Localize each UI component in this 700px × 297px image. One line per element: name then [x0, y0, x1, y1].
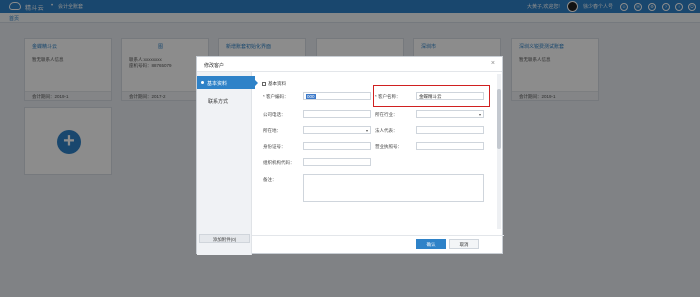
region-select[interactable]: ▾: [303, 126, 371, 134]
dialog-scrollbar[interactable]: [497, 74, 501, 229]
close-icon[interactable]: ×: [491, 60, 495, 67]
chevron-down-icon: ▾: [365, 128, 368, 133]
section-label: 基本资料: [268, 81, 286, 86]
id-number-label: 身份证号：: [263, 144, 286, 149]
tab-contact[interactable]: 联系方式: [208, 98, 228, 105]
tab-label: 基本资料: [207, 81, 228, 87]
highlight-box: [373, 85, 490, 107]
dialog-title: 修改客户: [204, 63, 225, 69]
active-dot-icon: [201, 81, 204, 84]
customer-code-input[interactable]: 000: [303, 92, 371, 100]
cancel-button[interactable]: 取消: [449, 239, 479, 249]
org-code-input[interactable]: [303, 158, 371, 166]
region-label: 所在地：: [263, 128, 281, 133]
remark-label: 备注：: [263, 177, 277, 182]
remark-textarea[interactable]: [303, 174, 484, 202]
customer-code-value: 000: [306, 94, 316, 99]
industry-label: 所在行业：: [375, 112, 398, 117]
id-number-input[interactable]: [303, 142, 371, 150]
license-input[interactable]: [416, 142, 484, 150]
legal-rep-input[interactable]: [416, 126, 484, 134]
dialog-header: 修改客户 ×: [197, 57, 502, 72]
add-attachment-button[interactable]: 添加附件(0): [199, 234, 250, 243]
confirm-button[interactable]: 确认: [416, 239, 446, 249]
company-phone-input[interactable]: [303, 110, 371, 118]
chevron-down-icon: ▾: [478, 112, 481, 117]
org-code-label: 组织机构代码：: [263, 160, 295, 165]
customer-code-label: * 客户编码：: [263, 94, 289, 99]
tab-basic-info[interactable]: 基本资料: [197, 76, 258, 89]
dialog-sidebar: 基本资料 联系方式 添加附件(0): [197, 72, 258, 255]
scrollbar-thumb[interactable]: [497, 89, 501, 149]
company-phone-label: 公司电话：: [263, 112, 286, 117]
section-heading: 基本资料: [262, 81, 286, 87]
info-icon: [262, 82, 266, 86]
industry-select[interactable]: ▾: [416, 110, 484, 118]
license-label: 营业执照号：: [375, 144, 402, 149]
legal-rep-label: 法人代表：: [375, 128, 398, 133]
edit-customer-dialog: 修改客户 × 基本资料 联系方式 添加附件(0) 基本资料 * 客户编码： 00…: [196, 56, 504, 255]
